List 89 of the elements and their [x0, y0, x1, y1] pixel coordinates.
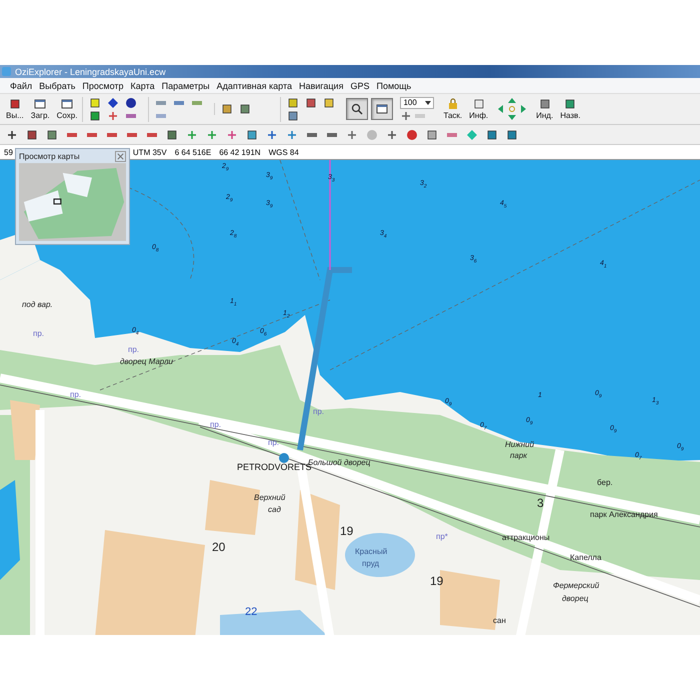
square-icon[interactable]: [89, 110, 102, 122]
block-number: 19: [340, 524, 354, 538]
close-icon[interactable]: [115, 150, 126, 162]
map-label: пр.: [33, 329, 44, 338]
window-icon: [376, 103, 388, 115]
circle-icon[interactable]: [406, 128, 418, 140]
menu-item[interactable]: Помощь: [376, 80, 412, 90]
menu-item[interactable]: Файл: [10, 80, 32, 90]
status-datum: WGS 84: [268, 148, 299, 156]
square-icon[interactable]: [221, 103, 234, 115]
menu-item[interactable]: Параметры: [162, 80, 210, 90]
square-icon[interactable]: [426, 128, 438, 140]
toggle-button[interactable]: [371, 98, 394, 120]
block-number: 3: [537, 496, 544, 510]
plus-icon[interactable]: [266, 128, 278, 140]
window-icon: [34, 98, 46, 110]
map-label: Верхний: [254, 493, 286, 502]
map-label: пр.: [70, 390, 82, 399]
map-label: Нижний: [505, 440, 534, 449]
map-label: Большой дворец: [308, 458, 370, 467]
status-northing: 66 42 191N: [219, 148, 261, 156]
map-label: Красный: [355, 547, 388, 556]
square-icon[interactable]: [305, 96, 318, 108]
menu-item[interactable]: GPS: [350, 80, 370, 90]
toolbar-button[interactable]: Инф.: [467, 97, 490, 121]
square-icon: [8, 98, 21, 110]
square-icon[interactable]: [287, 96, 300, 108]
window-icon: [61, 98, 74, 110]
map[interactable]: [0, 160, 700, 635]
toolbar-button[interactable]: Назв.: [558, 97, 582, 121]
square-icon: [472, 98, 485, 110]
square-icon[interactable]: [287, 110, 300, 122]
toggle-button[interactable]: [346, 98, 368, 120]
map-label: пр.: [313, 407, 324, 416]
toolbar-button[interactable]: Вы...: [4, 97, 26, 121]
map-label: пр.: [128, 345, 140, 354]
map-label: пруд: [362, 559, 380, 568]
status-zone: UTM 35V: [132, 148, 167, 156]
square-icon[interactable]: [89, 96, 102, 108]
status-easting: 6 64 516E: [174, 148, 212, 156]
toolbar-button[interactable]: Инд.: [534, 97, 556, 121]
toolbar-button[interactable]: Сохр.: [54, 97, 80, 121]
menu-item[interactable]: Навигация: [298, 80, 344, 90]
map-label: Капелла: [570, 553, 602, 562]
toolbar-button[interactable]: Загр.: [28, 97, 52, 121]
arrow-pad-icon[interactable]: [497, 97, 528, 121]
overview-title: Просмотр карты: [19, 152, 80, 160]
map-label: пр.: [210, 420, 222, 429]
square-icon: [564, 98, 576, 110]
zoom-dropdown[interactable]: 100: [400, 96, 434, 108]
plus-icon[interactable]: [386, 128, 398, 140]
block-number: 20: [212, 540, 226, 554]
square-icon[interactable]: [26, 128, 38, 140]
map-label: пр*: [436, 532, 448, 541]
menu-item[interactable]: Карта: [130, 80, 155, 90]
toolbar-button[interactable]: Таск.: [441, 97, 464, 121]
square-icon[interactable]: [486, 128, 498, 140]
map-label: парк: [510, 451, 528, 460]
map-label: под вар.: [22, 300, 53, 309]
block-number: 19: [430, 574, 444, 588]
building-block: [10, 400, 40, 460]
fountain-icon: [279, 453, 289, 463]
block-number: 22: [245, 606, 258, 618]
diamond-icon[interactable]: [107, 96, 120, 108]
menu-item[interactable]: Адаптивная карта: [216, 80, 292, 90]
menu-item[interactable]: Просмотр: [82, 80, 124, 90]
map-label: дворец Марли: [120, 357, 174, 366]
window-title: OziExplorer - LeningradskayaUni.ecw: [15, 66, 166, 76]
plus-icon[interactable]: [6, 128, 18, 140]
square-icon[interactable]: [323, 96, 336, 108]
square-icon[interactable]: [506, 128, 518, 140]
padlock-icon: [446, 98, 459, 110]
plus-icon[interactable]: [346, 128, 358, 140]
map-label: Фермерский: [553, 581, 600, 590]
plus-icon[interactable]: [400, 110, 412, 122]
map-label: бер.: [597, 478, 613, 487]
square-icon: [538, 98, 551, 110]
map-label: дворец: [562, 594, 588, 603]
square-icon[interactable]: [239, 103, 252, 115]
magnifier-icon: [351, 103, 364, 115]
square-icon[interactable]: [166, 128, 178, 140]
menu-item[interactable]: Выбрать: [39, 80, 76, 90]
square-icon[interactable]: [46, 128, 58, 140]
square-icon[interactable]: [246, 128, 258, 140]
circle-icon[interactable]: [125, 96, 138, 108]
status-field: 59: [4, 148, 13, 156]
map-label: сан: [493, 616, 506, 625]
map-label: сад: [268, 505, 281, 514]
app-icon: [2, 67, 11, 76]
